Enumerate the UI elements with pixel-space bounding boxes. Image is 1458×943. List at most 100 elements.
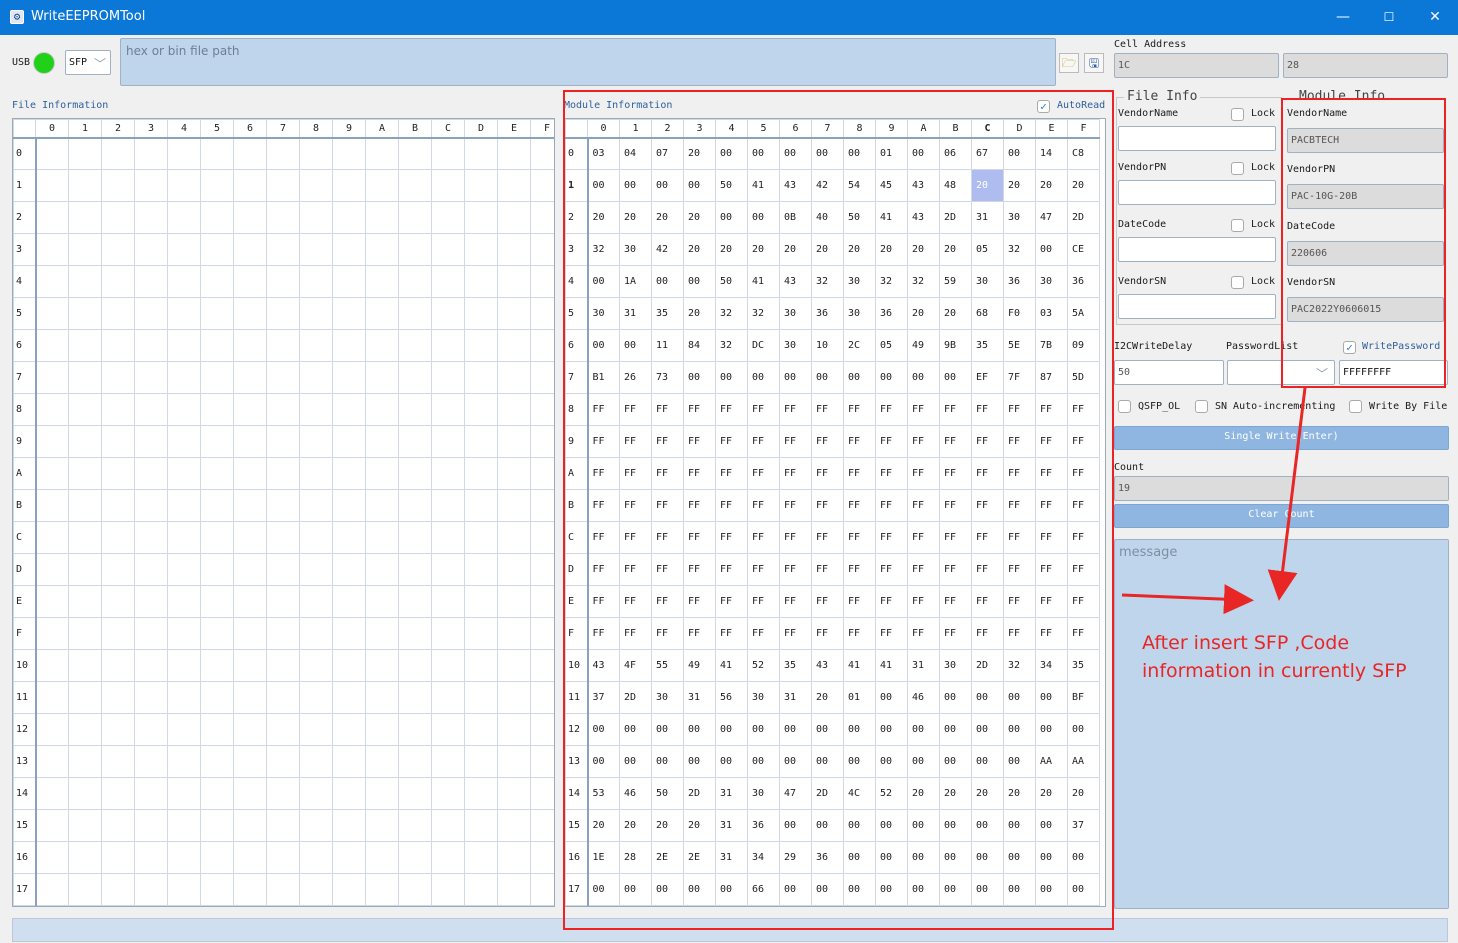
- hex-cell[interactable]: 30: [843, 265, 876, 298]
- hex-cell[interactable]: [68, 745, 102, 778]
- hex-cell[interactable]: 00: [843, 873, 876, 906]
- hex-cell[interactable]: 00: [875, 745, 908, 778]
- hex-cell[interactable]: [167, 393, 201, 426]
- hex-cell[interactable]: [200, 169, 234, 202]
- hex-cell[interactable]: [398, 425, 432, 458]
- hex-cell[interactable]: [398, 745, 432, 778]
- hex-cell[interactable]: 43: [907, 201, 940, 234]
- hex-cell[interactable]: [497, 137, 531, 170]
- column-header[interactable]: 2: [101, 119, 135, 139]
- hex-cell[interactable]: [365, 393, 399, 426]
- hex-cell[interactable]: [530, 521, 554, 554]
- hex-cell[interactable]: [233, 713, 267, 746]
- hex-cell[interactable]: [497, 681, 531, 714]
- hex-cell[interactable]: [266, 873, 300, 906]
- column-header[interactable]: 4: [167, 119, 201, 139]
- hex-cell[interactable]: 00: [587, 265, 620, 298]
- hex-cell[interactable]: [167, 873, 201, 906]
- hex-cell[interactable]: 00: [939, 713, 972, 746]
- hex-cell[interactable]: [530, 329, 554, 362]
- hex-cell[interactable]: [332, 681, 366, 714]
- hex-cell[interactable]: [266, 425, 300, 458]
- hex-cell[interactable]: [431, 649, 465, 682]
- hex-cell[interactable]: FF: [715, 553, 748, 586]
- hex-cell[interactable]: FF: [843, 393, 876, 426]
- hex-cell[interactable]: 00: [747, 201, 780, 234]
- hex-cell[interactable]: 67: [971, 137, 1004, 170]
- hex-cell[interactable]: [167, 457, 201, 490]
- hex-cell[interactable]: FF: [1067, 425, 1100, 458]
- hex-cell[interactable]: 00: [715, 137, 748, 170]
- hex-cell[interactable]: 00: [843, 841, 876, 874]
- row-header[interactable]: F: [13, 617, 37, 650]
- hex-cell[interactable]: [101, 585, 135, 618]
- hex-cell[interactable]: FF: [939, 425, 972, 458]
- hex-cell[interactable]: 45: [875, 169, 908, 202]
- hex-cell[interactable]: [200, 777, 234, 810]
- hex-cell[interactable]: 84: [683, 329, 716, 362]
- hex-cell[interactable]: FF: [875, 393, 908, 426]
- hex-cell[interactable]: 00: [843, 809, 876, 842]
- hex-cell[interactable]: FF: [907, 521, 940, 554]
- hex-cell[interactable]: [530, 617, 554, 650]
- hex-cell[interactable]: [167, 361, 201, 394]
- column-header[interactable]: E: [497, 119, 531, 139]
- hex-cell[interactable]: [299, 265, 333, 298]
- column-header[interactable]: 8: [843, 119, 876, 139]
- hex-cell[interactable]: 00: [971, 841, 1004, 874]
- hex-cell[interactable]: [68, 201, 102, 234]
- hex-cell[interactable]: [266, 489, 300, 522]
- lock-checkbox[interactable]: [1231, 219, 1244, 232]
- hex-cell[interactable]: 00: [587, 713, 620, 746]
- row-header[interactable]: 11: [13, 681, 37, 714]
- hex-cell[interactable]: 20: [683, 233, 716, 266]
- hex-cell[interactable]: [332, 297, 366, 330]
- row-header[interactable]: 17: [13, 873, 37, 906]
- hex-cell[interactable]: [101, 681, 135, 714]
- hex-cell[interactable]: [35, 713, 69, 746]
- hex-cell[interactable]: 00: [875, 809, 908, 842]
- hex-cell[interactable]: 00: [1003, 873, 1036, 906]
- hex-cell[interactable]: [299, 713, 333, 746]
- hex-cell[interactable]: 00: [939, 841, 972, 874]
- hex-cell[interactable]: [167, 681, 201, 714]
- hex-cell[interactable]: [200, 649, 234, 682]
- hex-cell[interactable]: 00: [875, 713, 908, 746]
- hex-cell[interactable]: FF: [971, 489, 1004, 522]
- hex-cell[interactable]: [101, 553, 135, 586]
- hex-cell[interactable]: FF: [1003, 521, 1036, 554]
- hex-cell[interactable]: [431, 681, 465, 714]
- hex-cell[interactable]: [497, 233, 531, 266]
- hex-cell[interactable]: 00: [875, 873, 908, 906]
- hex-cell[interactable]: 42: [811, 169, 844, 202]
- hex-cell[interactable]: [68, 777, 102, 810]
- hex-cell[interactable]: [266, 233, 300, 266]
- hex-cell[interactable]: [233, 745, 267, 778]
- hex-cell[interactable]: [134, 617, 168, 650]
- hex-cell[interactable]: [266, 361, 300, 394]
- hex-cell[interactable]: FF: [939, 457, 972, 490]
- hex-cell[interactable]: [266, 393, 300, 426]
- hex-cell[interactable]: [299, 873, 333, 906]
- row-header[interactable]: 13: [565, 745, 589, 778]
- hex-cell[interactable]: [464, 489, 498, 522]
- hex-cell[interactable]: [35, 489, 69, 522]
- hex-cell[interactable]: 42: [651, 233, 684, 266]
- hex-cell[interactable]: 35: [779, 649, 812, 682]
- hex-cell[interactable]: 32: [907, 265, 940, 298]
- hex-cell[interactable]: 36: [875, 297, 908, 330]
- hex-cell[interactable]: [200, 457, 234, 490]
- hex-cell[interactable]: 68: [971, 297, 1004, 330]
- hex-cell[interactable]: 31: [715, 809, 748, 842]
- hex-cell[interactable]: [497, 841, 531, 874]
- hex-cell[interactable]: 87: [1035, 361, 1068, 394]
- hex-cell[interactable]: [233, 521, 267, 554]
- hex-cell[interactable]: [35, 777, 69, 810]
- hex-cell[interactable]: [464, 649, 498, 682]
- hex-cell[interactable]: FF: [1003, 425, 1036, 458]
- hex-cell[interactable]: FF: [843, 457, 876, 490]
- hex-cell[interactable]: 50: [715, 265, 748, 298]
- hex-cell[interactable]: [35, 553, 69, 586]
- column-header[interactable]: B: [398, 119, 432, 139]
- hex-cell[interactable]: 32: [715, 297, 748, 330]
